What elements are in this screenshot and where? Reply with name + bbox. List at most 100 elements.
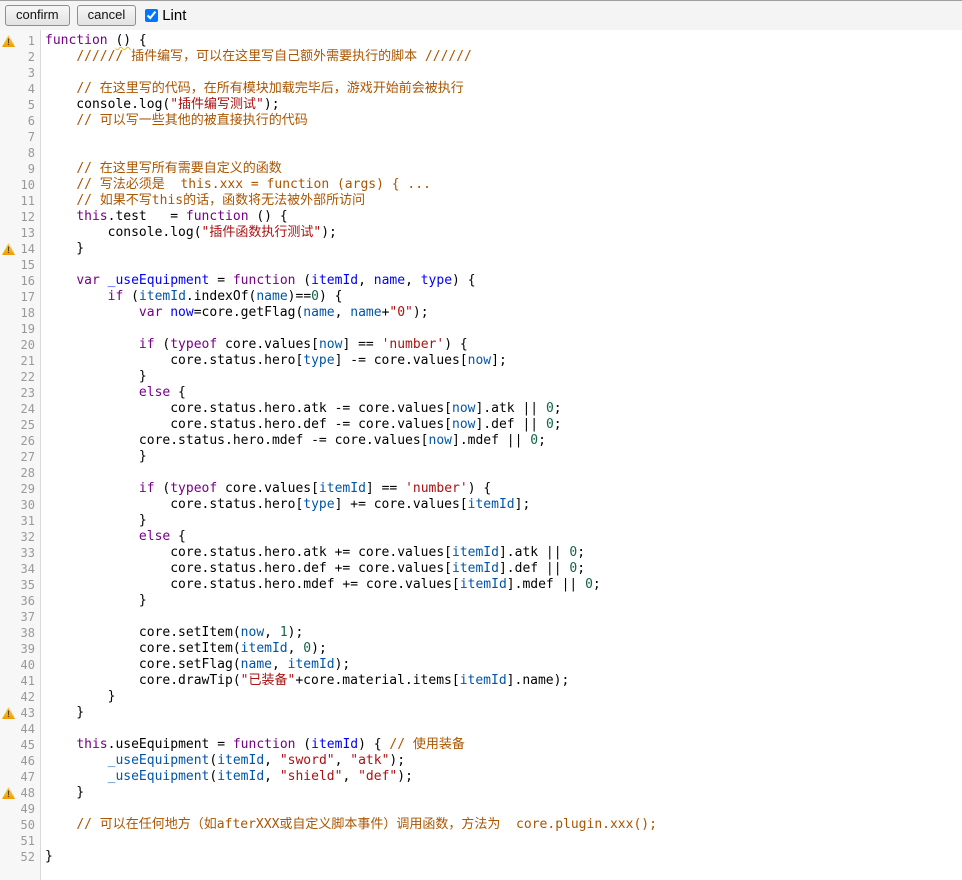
gutter-marker <box>0 801 17 817</box>
line-number: 7 <box>17 129 40 145</box>
gutter-marker <box>0 769 17 785</box>
warning-triangle-icon[interactable] <box>2 243 15 255</box>
lint-warning-marker[interactable] <box>0 705 17 721</box>
code-line[interactable]: 12 this.test = function () { <box>0 209 962 225</box>
gutter-marker <box>0 401 17 417</box>
code-line[interactable]: 16 var _useEquipment = function (itemId,… <box>0 273 962 289</box>
code-line[interactable]: 7 <box>0 129 962 145</box>
code-line[interactable]: 43 } <box>0 705 962 721</box>
line-number: 39 <box>17 641 40 657</box>
code-line[interactable]: 5 console.log("插件编写测试"); <box>0 97 962 113</box>
code-line[interactable]: 15 <box>0 257 962 273</box>
code-text: } <box>40 705 962 721</box>
code-line[interactable]: 37 <box>0 609 962 625</box>
code-text <box>40 257 962 273</box>
code-line[interactable]: 38 core.setItem(now, 1); <box>0 625 962 641</box>
code-line[interactable]: 34 core.status.hero.def += core.values[i… <box>0 561 962 577</box>
code-line[interactable]: 14 } <box>0 241 962 257</box>
code-line[interactable]: 23 else { <box>0 385 962 401</box>
code-line[interactable]: 36 } <box>0 593 962 609</box>
code-line[interactable]: 26 core.status.hero.mdef -= core.values[… <box>0 433 962 449</box>
lint-warning-marker[interactable] <box>0 785 17 801</box>
code-text: var now=core.getFlag(name, name+"0"); <box>40 305 962 321</box>
code-line[interactable]: 2 ////// 插件编写，可以在这里写自己额外需要执行的脚本 ////// <box>0 49 962 65</box>
code-line[interactable]: 25 core.status.hero.def -= core.values[n… <box>0 417 962 433</box>
code-line[interactable]: 52} <box>0 849 962 865</box>
code-text: } <box>40 369 962 385</box>
warning-triangle-icon[interactable] <box>2 787 15 799</box>
line-number: 23 <box>17 385 40 401</box>
code-line[interactable]: 46 _useEquipment(itemId, "sword", "atk")… <box>0 753 962 769</box>
code-line[interactable]: 50 // 可以在任何地方（如afterXXX或自定义脚本事件）调用函数，方法为… <box>0 817 962 833</box>
gutter-marker <box>0 433 17 449</box>
gutter-marker <box>0 129 17 145</box>
code-line[interactable]: 28 <box>0 465 962 481</box>
code-line[interactable]: 27 } <box>0 449 962 465</box>
code-line[interactable]: 10 // 写法必须是 this.xxx = function (args) {… <box>0 177 962 193</box>
code-line[interactable]: 18 var now=core.getFlag(name, name+"0"); <box>0 305 962 321</box>
code-line[interactable]: 20 if (typeof core.values[now] == 'numbe… <box>0 337 962 353</box>
line-number: 48 <box>17 785 40 801</box>
line-number: 44 <box>17 721 40 737</box>
code-line[interactable]: 29 if (typeof core.values[itemId] == 'nu… <box>0 481 962 497</box>
gutter-marker <box>0 545 17 561</box>
code-line[interactable]: 4 // 在这里写的代码，在所有模块加载完毕后，游戏开始前会被执行 <box>0 81 962 97</box>
code-text: console.log("插件编写测试"); <box>40 97 962 113</box>
code-line[interactable]: 51 <box>0 833 962 849</box>
code-line[interactable]: 1function () { <box>0 33 962 49</box>
warning-triangle-icon[interactable] <box>2 35 15 47</box>
code-line[interactable]: 3 <box>0 65 962 81</box>
gutter-marker <box>0 737 17 753</box>
code-text: else { <box>40 529 962 545</box>
lint-checkbox[interactable] <box>145 9 158 22</box>
code-line[interactable]: 35 core.status.hero.mdef += core.values[… <box>0 577 962 593</box>
code-text: } <box>40 241 962 257</box>
code-line[interactable]: 41 core.drawTip("已装备"+core.material.item… <box>0 673 962 689</box>
code-line[interactable]: 42 } <box>0 689 962 705</box>
confirm-button[interactable]: confirm <box>5 5 70 26</box>
code-line[interactable]: 11 // 如果不写this的话，函数将无法被外部所访问 <box>0 193 962 209</box>
code-line[interactable]: 47 _useEquipment(itemId, "shield", "def"… <box>0 769 962 785</box>
code-line[interactable]: 21 core.status.hero[type] -= core.values… <box>0 353 962 369</box>
line-number: 18 <box>17 305 40 321</box>
code-line[interactable]: 6 // 可以写一些其他的被直接执行的代码 <box>0 113 962 129</box>
code-line[interactable]: 24 core.status.hero.atk -= core.values[n… <box>0 401 962 417</box>
gutter-marker <box>0 593 17 609</box>
line-number: 51 <box>17 833 40 849</box>
code-line[interactable]: 19 <box>0 321 962 337</box>
code-line[interactable]: 44 <box>0 721 962 737</box>
line-number: 43 <box>17 705 40 721</box>
code-text: this.test = function () { <box>40 209 962 225</box>
code-line[interactable]: 17 if (itemId.indexOf(name)==0) { <box>0 289 962 305</box>
code-line[interactable]: 45 this.useEquipment = function (itemId)… <box>0 737 962 753</box>
line-number: 17 <box>17 289 40 305</box>
code-line[interactable]: 8 <box>0 145 962 161</box>
line-number: 50 <box>17 817 40 833</box>
line-number: 36 <box>17 593 40 609</box>
gutter-marker <box>0 497 17 513</box>
code-line[interactable]: 9 // 在这里写所有需要自定义的函数 <box>0 161 962 177</box>
code-line[interactable]: 48 } <box>0 785 962 801</box>
gutter-marker <box>0 849 17 865</box>
code-line[interactable]: 49 <box>0 801 962 817</box>
code-line[interactable]: 32 else { <box>0 529 962 545</box>
code-text: function () { <box>40 33 962 49</box>
line-number: 29 <box>17 481 40 497</box>
code-line[interactable]: 22 } <box>0 369 962 385</box>
code-line[interactable]: 33 core.status.hero.atk += core.values[i… <box>0 545 962 561</box>
code-line[interactable]: 13 console.log("插件函数执行测试"); <box>0 225 962 241</box>
code-editor[interactable]: 1function () {2 ////// 插件编写，可以在这里写自己额外需要… <box>0 30 962 880</box>
lint-warning-marker[interactable] <box>0 33 17 49</box>
line-number: 13 <box>17 225 40 241</box>
code-text: } <box>40 513 962 529</box>
line-number: 45 <box>17 737 40 753</box>
code-text <box>40 801 962 817</box>
cancel-button[interactable]: cancel <box>77 5 137 26</box>
code-text: // 如果不写this的话，函数将无法被外部所访问 <box>40 193 962 209</box>
warning-triangle-icon[interactable] <box>2 707 15 719</box>
code-line[interactable]: 30 core.status.hero[type] += core.values… <box>0 497 962 513</box>
code-line[interactable]: 39 core.setItem(itemId, 0); <box>0 641 962 657</box>
code-line[interactable]: 40 core.setFlag(name, itemId); <box>0 657 962 673</box>
code-line[interactable]: 31 } <box>0 513 962 529</box>
lint-warning-marker[interactable] <box>0 241 17 257</box>
